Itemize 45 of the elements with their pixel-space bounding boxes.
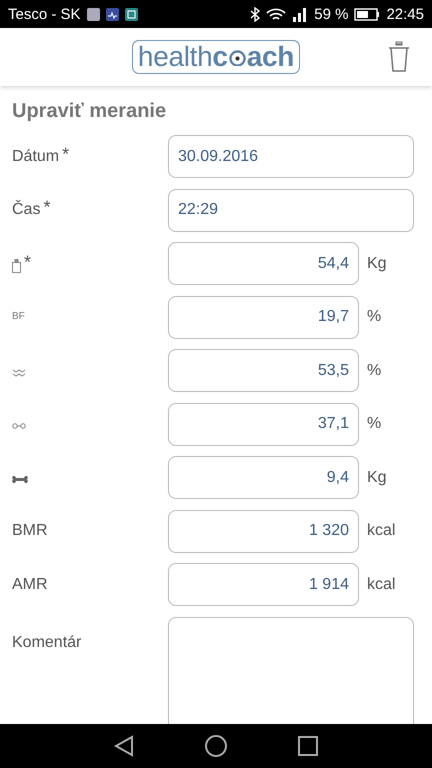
back-button[interactable]	[114, 735, 134, 757]
wave-icon	[12, 368, 27, 377]
delete-icon[interactable]	[388, 41, 410, 73]
signal-icon	[292, 6, 308, 22]
input-field[interactable]: 22:29	[168, 188, 414, 232]
field-label: BF	[12, 310, 25, 324]
required-mark: *	[43, 200, 50, 214]
field-label: AMR	[12, 574, 48, 594]
field-label: BMR	[12, 521, 48, 541]
wifi-icon	[266, 6, 286, 22]
bone-icon	[12, 476, 28, 483]
unit-label: kcal	[367, 576, 396, 594]
recents-button[interactable]	[298, 736, 318, 756]
unit-label: %	[367, 308, 382, 326]
required-mark: *	[62, 146, 70, 160]
field-label: Čas	[12, 200, 40, 220]
field-label: Dátum	[12, 146, 60, 166]
image-icon	[124, 8, 138, 20]
app-logo: healthc ach	[132, 40, 300, 74]
input-field[interactable]: 53,5	[168, 349, 359, 392]
battery-icon	[354, 8, 380, 20]
input-field[interactable]: 30.09.2016	[168, 135, 414, 178]
unit-label: Kg	[367, 468, 387, 486]
home-button[interactable]	[204, 734, 228, 758]
required-mark: *	[24, 254, 32, 268]
scale-icon	[12, 258, 21, 272]
input-field[interactable]: 54,4	[168, 242, 359, 285]
unit-label: Kg	[367, 254, 387, 272]
heart-rate-icon	[106, 8, 119, 20]
input-field[interactable]: 9,4	[168, 456, 359, 499]
input-field[interactable]: 1 320	[168, 510, 359, 552]
clock-time: 22:45	[386, 6, 424, 22]
input-field[interactable]: 19,7	[168, 296, 359, 338]
input-field[interactable]: 37,1	[168, 402, 359, 446]
chain-icon	[12, 423, 26, 429]
notification-icon	[86, 8, 100, 20]
unit-label: kcal	[367, 522, 396, 540]
unit-label: %	[367, 362, 382, 380]
input-field[interactable]: 1 914	[168, 563, 359, 606]
field-label: Komentár	[12, 632, 82, 652]
bluetooth-icon	[250, 6, 260, 22]
page-title: Upraviť meranie	[12, 100, 168, 123]
battery-percentage: 59 %	[314, 6, 348, 22]
carrier-name: Tesco - SK	[8, 6, 81, 22]
unit-label: %	[367, 415, 382, 433]
